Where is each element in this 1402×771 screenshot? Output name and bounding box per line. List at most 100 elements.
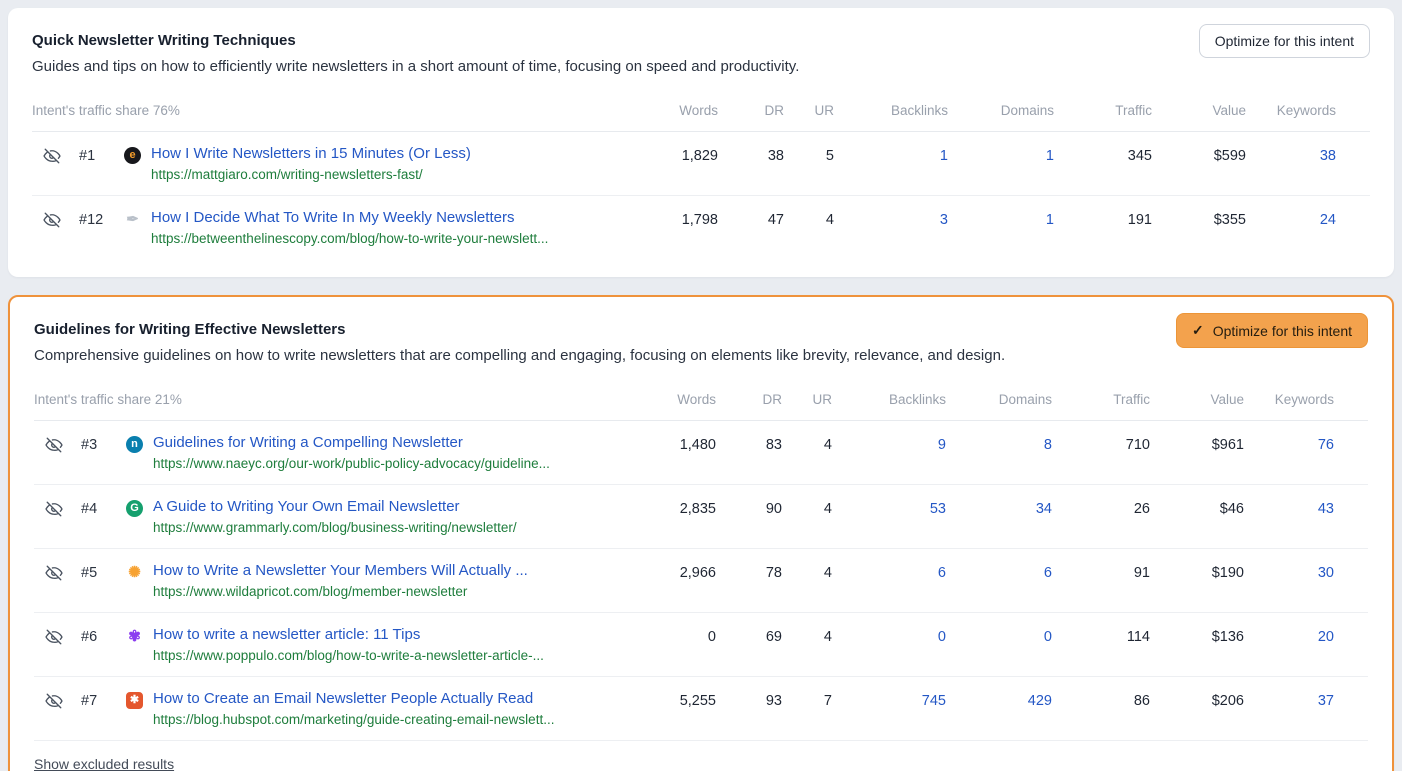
result-title-link[interactable]: How I Decide What To Write In My Weekly … (151, 209, 548, 226)
result-url-link[interactable]: https://www.poppulo.com/blog/how-to-writ… (153, 648, 544, 663)
domains-link[interactable]: 34 (946, 498, 1052, 517)
result-title-link[interactable]: How to write a newsletter article: 11 Ti… (153, 626, 544, 643)
result-cell: ✒ How I Decide What To Write In My Weekl… (124, 209, 632, 246)
intent-title: Quick Newsletter Writing Techniques (32, 24, 799, 49)
result-url-link[interactable]: https://www.naeyc.org/our-work/public-po… (153, 456, 550, 471)
value-value: $206 (1150, 690, 1244, 709)
backlinks-link[interactable]: 6 (832, 562, 946, 581)
backlinks-link[interactable]: 1 (834, 145, 948, 164)
show-excluded-results-link[interactable]: Show excluded results (34, 756, 174, 771)
dr-value: 90 (716, 498, 782, 517)
site-favicon-icon: n (126, 436, 143, 453)
words-value: 1,480 (630, 434, 716, 453)
traffic-share-label: Intent's traffic share 21% (34, 392, 630, 407)
result-url-link[interactable]: https://www.wildapricot.com/blog/member-… (153, 584, 528, 599)
dr-value: 78 (716, 562, 782, 581)
result-row: #7 ✱ How to Create an Email Newsletter P… (34, 676, 1368, 740)
domains-link[interactable]: 1 (948, 145, 1054, 164)
keywords-link[interactable]: 24 (1246, 209, 1336, 228)
hide-result-button[interactable] (34, 562, 74, 586)
hide-result-button[interactable] (32, 145, 72, 169)
result-cell: n Guidelines for Writing a Compelling Ne… (126, 434, 630, 471)
dr-value: 69 (716, 626, 782, 645)
table-header-row: Intent's traffic share 21% Words DR UR B… (34, 386, 1368, 421)
site-favicon-icon: ✱ (126, 692, 143, 709)
column-header-keywords: Keywords (1244, 392, 1334, 407)
result-title-link[interactable]: How to Write a Newsletter Your Members W… (153, 562, 528, 579)
card-header-text: Guidelines for Writing Effective Newslet… (34, 313, 1005, 364)
ur-value: 4 (784, 209, 834, 228)
result-cell: ✾ How to write a newsletter article: 11 … (126, 626, 630, 663)
backlinks-link[interactable]: 0 (832, 626, 946, 645)
value-value: $961 (1150, 434, 1244, 453)
result-row: #4 G A Guide to Writing Your Own Email N… (34, 484, 1368, 548)
optimize-intent-button[interactable]: Optimize for this intent (1199, 24, 1370, 58)
domains-link[interactable]: 0 (946, 626, 1052, 645)
backlinks-link[interactable]: 53 (832, 498, 946, 517)
result-url-link[interactable]: https://mattgiaro.com/writing-newsletter… (151, 167, 471, 182)
backlinks-link[interactable]: 3 (834, 209, 948, 228)
eye-off-icon (45, 500, 63, 518)
rank-label: #4 (74, 498, 126, 517)
keywords-link[interactable]: 76 (1244, 434, 1334, 453)
keywords-link[interactable]: 38 (1246, 145, 1336, 164)
ur-value: 4 (782, 626, 832, 645)
results-table: Intent's traffic share 21% Words DR UR B… (34, 386, 1368, 771)
result-row: #1 e How I Write Newsletters in 15 Minut… (32, 132, 1370, 195)
words-value: 2,835 (630, 498, 716, 517)
traffic-value: 191 (1054, 209, 1152, 228)
eye-off-icon (45, 564, 63, 582)
result-title-link[interactable]: A Guide to Writing Your Own Email Newsle… (153, 498, 517, 515)
result-cell: G A Guide to Writing Your Own Email News… (126, 498, 630, 535)
keywords-link[interactable]: 20 (1244, 626, 1334, 645)
domains-link[interactable]: 1 (948, 209, 1054, 228)
checkmark-icon: ✓ (1192, 322, 1204, 339)
result-title-link[interactable]: Guidelines for Writing a Compelling News… (153, 434, 550, 451)
column-header-words: Words (632, 103, 718, 118)
hide-result-button[interactable] (34, 434, 74, 458)
card-header: Guidelines for Writing Effective Newslet… (34, 313, 1368, 364)
domains-link[interactable]: 429 (946, 690, 1052, 709)
result-url-link[interactable]: https://betweenthelinescopy.com/blog/how… (151, 231, 548, 246)
keywords-link[interactable]: 30 (1244, 562, 1334, 581)
keywords-link[interactable]: 43 (1244, 498, 1334, 517)
domains-link[interactable]: 6 (946, 562, 1052, 581)
words-value: 1,829 (632, 145, 718, 164)
hide-result-button[interactable] (34, 626, 74, 650)
result-texts: How I Decide What To Write In My Weekly … (151, 209, 548, 246)
intent-description: Guides and tips on how to efficiently wr… (32, 58, 799, 75)
backlinks-link[interactable]: 9 (832, 434, 946, 453)
value-value: $355 (1152, 209, 1246, 228)
traffic-share-label: Intent's traffic share 76% (32, 103, 632, 118)
hide-result-button[interactable] (34, 690, 74, 714)
result-row: #12 ✒ How I Decide What To Write In My W… (32, 195, 1370, 259)
optimize-intent-button-selected[interactable]: ✓ Optimize for this intent (1176, 313, 1368, 348)
hide-result-button[interactable] (34, 498, 74, 522)
column-header-keywords: Keywords (1246, 103, 1336, 118)
site-favicon-icon: G (126, 500, 143, 517)
value-value: $190 (1150, 562, 1244, 581)
backlinks-link[interactable]: 745 (832, 690, 946, 709)
hide-result-button[interactable] (32, 209, 72, 233)
keywords-link[interactable]: 37 (1244, 690, 1334, 709)
traffic-value: 345 (1054, 145, 1152, 164)
ur-value: 4 (782, 562, 832, 581)
result-url-link[interactable]: https://www.grammarly.com/blog/business-… (153, 520, 517, 535)
column-header-ur: UR (784, 103, 834, 118)
rank-label: #5 (74, 562, 126, 581)
ur-value: 7 (782, 690, 832, 709)
column-header-backlinks: Backlinks (832, 392, 946, 407)
column-header-dr: DR (718, 103, 784, 118)
result-title-link[interactable]: How to Create an Email Newsletter People… (153, 690, 554, 707)
value-value: $136 (1150, 626, 1244, 645)
result-url-link[interactable]: https://blog.hubspot.com/marketing/guide… (153, 712, 554, 727)
domains-link[interactable]: 8 (946, 434, 1052, 453)
result-title-link[interactable]: How I Write Newsletters in 15 Minutes (O… (151, 145, 471, 162)
traffic-value: 26 (1052, 498, 1150, 517)
result-cell: ✱ How to Create an Email Newsletter Peop… (126, 690, 630, 727)
rank-label: #3 (74, 434, 126, 453)
table-header-row: Intent's traffic share 76% Words DR UR B… (32, 97, 1370, 132)
dr-value: 47 (718, 209, 784, 228)
eye-off-icon (45, 692, 63, 710)
dr-value: 83 (716, 434, 782, 453)
